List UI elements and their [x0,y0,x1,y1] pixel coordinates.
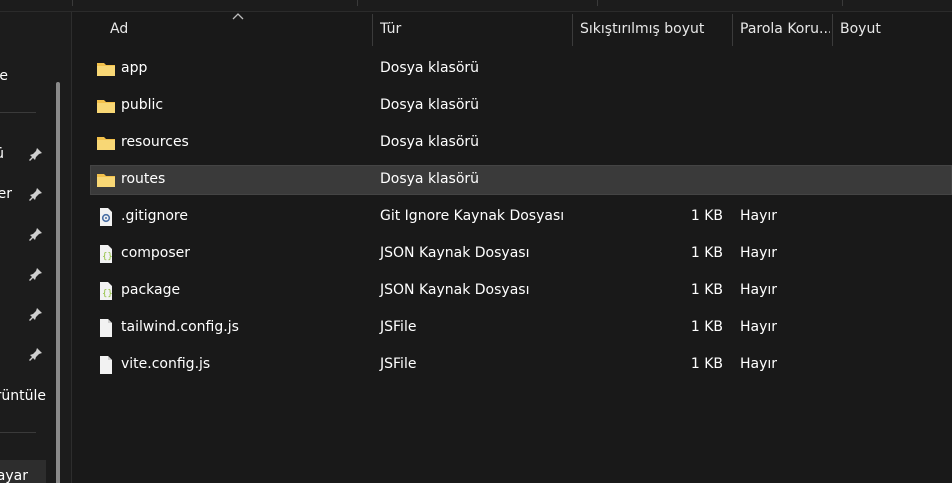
pin-icon[interactable] [28,306,44,322]
nav-item-label: er [0,186,12,202]
file-type: Dosya klasörü [380,60,480,76]
top-toolbar-strip [0,0,952,12]
pin-icon[interactable] [28,226,44,242]
file-row[interactable]: app Dosya klasörü [90,54,952,84]
file-row[interactable]: public Dosya klasörü [90,91,952,121]
column-header-name[interactable]: Ad [110,12,370,48]
pin-icon[interactable] [28,266,44,282]
nav-item-label: e [0,68,8,84]
pin-icon[interactable] [28,346,44,362]
column-header-type[interactable]: Tür [380,12,570,48]
column-header-compressed-size[interactable]: Sıkıştırılmış boyut [580,12,730,48]
file-name: resources [121,134,189,150]
blank-file-icon [100,319,112,337]
password-protected: Hayır [740,282,778,298]
folder-icon [97,63,115,76]
file-row[interactable]: resources Dosya klasörü [90,128,952,158]
pin-icon[interactable] [28,186,44,202]
compressed-size: 1 KB [690,356,723,372]
toolbar-divider [597,0,598,6]
column-divider[interactable] [372,14,373,46]
nav-separator [0,432,36,433]
toolbar-divider [72,0,73,6]
compressed-size: 1 KB [690,282,723,298]
file-name: vite.config.js [121,356,211,372]
file-row[interactable]: {} package JSON Kaynak Dosyası 1 KB Hayı… [90,276,952,306]
column-header-password[interactable]: Parola Koru... [740,12,830,48]
file-type: Dosya klasörü [380,134,480,150]
file-row[interactable]: tailwind.config.js JSFile 1 KB Hayır [90,313,952,343]
svg-text:{}: {} [102,252,113,262]
column-divider[interactable] [732,14,733,46]
nav-item[interactable]: rüntüle [0,382,56,412]
folder-icon [97,100,115,113]
folder-icon [97,137,115,150]
file-type: JSON Kaynak Dosyası [380,245,530,261]
nav-scrollbar[interactable] [56,82,60,483]
password-protected: Hayır [740,356,778,372]
file-type: JSON Kaynak Dosyası [380,282,530,298]
nav-item-label: ayar [0,468,28,483]
file-explorer-window: e ü er rüntüle ayar [0,0,952,483]
column-header-size[interactable]: Boyut [840,12,940,48]
json-file-icon: {} [100,282,113,300]
password-protected: Hayır [740,319,778,335]
column-header-row: Ad Tür Sıkıştırılmış boyut Parola Koru..… [90,12,952,48]
nav-item[interactable]: e [0,62,56,92]
password-protected: Hayır [740,245,778,261]
file-name: composer [121,245,191,261]
file-type: JSFile [380,319,417,335]
file-name: .gitignore [121,208,188,224]
file-name: tailwind.config.js [121,319,239,335]
file-type: Dosya klasörü [380,97,480,113]
file-row-selected[interactable]: routes Dosya klasörü [90,165,952,195]
folder-icon [97,174,115,187]
gear-file-icon [100,208,112,226]
nav-item-label: ü [0,146,4,162]
file-row[interactable]: vite.config.js JSFile 1 KB Hayır [90,350,952,380]
file-name: public [121,97,164,113]
column-divider[interactable] [572,14,573,46]
toolbar-divider [357,0,358,6]
column-divider[interactable] [832,14,833,46]
compressed-size: 1 KB [690,319,723,335]
json-file-icon: {} [100,245,113,263]
nav-item-selected[interactable]: ayar [0,460,46,483]
pin-icon[interactable] [28,146,44,162]
blank-file-icon [100,356,112,374]
file-row[interactable]: .gitignore Git Ignore Kaynak Dosyası 1 K… [90,202,952,232]
navigation-pane: e ü er rüntüle ayar [0,12,72,483]
file-name: routes [121,171,166,187]
file-row[interactable]: {} composer JSON Kaynak Dosyası 1 KB Hay… [90,239,952,269]
password-protected: Hayır [740,208,778,224]
compressed-size: 1 KB [690,208,723,224]
file-type: Git Ignore Kaynak Dosyası [380,208,565,224]
file-type: JSFile [380,356,417,372]
svg-text:{}: {} [102,289,113,299]
file-name: package [121,282,181,298]
nav-separator [0,112,36,113]
nav-item-label: rüntüle [0,388,46,404]
compressed-size: 1 KB [690,245,723,261]
file-name: app [121,60,148,76]
toolbar-divider [842,0,843,6]
file-type: Dosya klasörü [380,171,480,187]
